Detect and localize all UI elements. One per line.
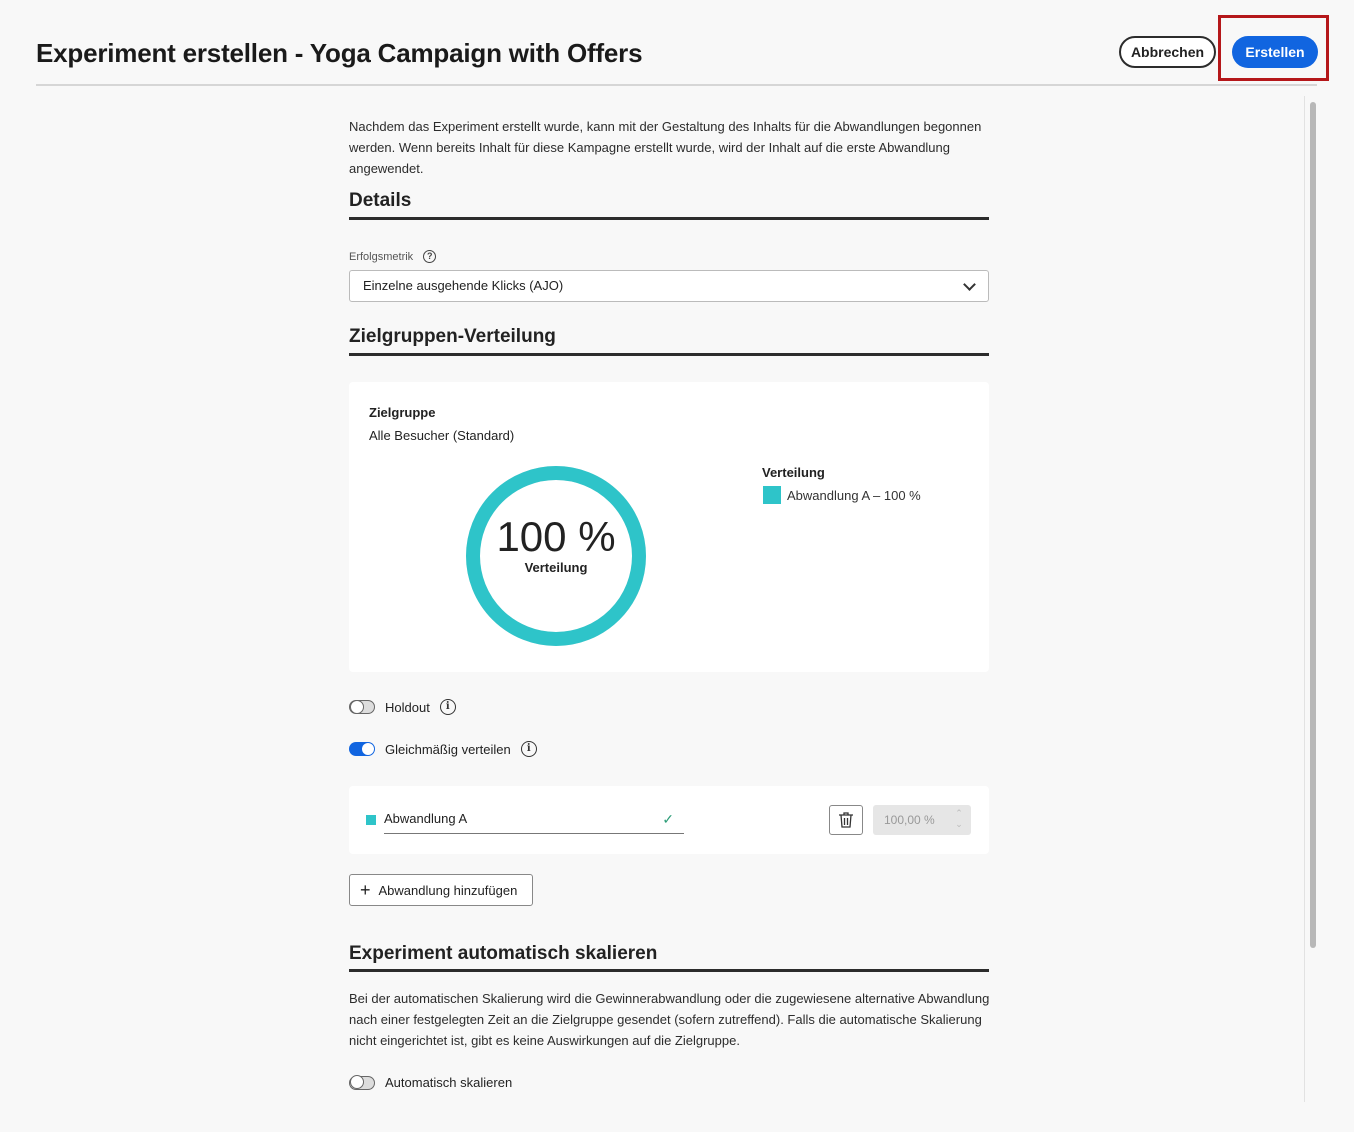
chevron-down-icon[interactable]: ⌄ [953,819,965,830]
autoscale-description: Bei der automatischen Skalierung wird di… [349,991,990,1048]
plus-icon: + [360,880,371,900]
donut-caption: Verteilung [524,560,588,575]
help-icon[interactable]: ? [423,250,437,263]
add-variant-label: Abwandlung hinzufügen [378,882,518,898]
variant-name-value: Abwandlung A [384,811,468,826]
variant-percent-input[interactable]: 100,00 % ⌃ ⌄ [873,805,971,835]
variant-row: Abwandlung A ✓ 100,00 % ⌃ ⌄ [349,786,989,854]
check-icon: ✓ [662,811,674,827]
toggle-knob [362,743,374,755]
page-header: Experiment erstellen - Yoga Campaign wit… [36,0,1329,86]
donut-percent: 100 % [496,513,616,560]
legend-item: Abwandlung A – 100 % [763,486,921,504]
donut-center: 100 % Verteilung [466,513,646,576]
autoscale-label: Automatisch skalieren [385,1075,513,1090]
autoscale-toggle[interactable] [349,1075,375,1090]
metric-label-text: Erfolgsmetrik [349,250,414,263]
even-distribution-row: Gleichmäßig verteilen i [349,741,537,757]
metric-select-value: Einzelne ausgehende Klicks (AJO) [363,278,564,293]
page-title: Experiment erstellen - Yoga Campaign wit… [36,38,643,68]
percent-stepper[interactable]: ⌃ ⌄ [953,808,965,832]
info-icon[interactable]: i [439,699,456,715]
trash-icon [839,812,853,828]
metric-select[interactable]: Einzelne ausgehende Klicks (AJO) [349,270,989,302]
highlight-box: Erstellen [1218,15,1329,81]
intro-text: Nachdem das Experiment erstellt wurde, k… [349,119,982,176]
holdout-toggle[interactable] [349,699,375,714]
metric-label: Erfolgsmetrik ? [349,250,437,263]
section-title-autoscale: Experiment automatisch skalieren [349,943,658,964]
section-title-distribution: Zielgruppen-Verteilung [349,326,556,347]
legend-swatch [763,486,781,504]
chevron-down-icon [963,278,976,291]
audience-value: Alle Besucher (Standard) [369,428,515,443]
distribution-card: Zielgruppe Alle Besucher (Standard) 100 … [349,382,989,672]
variant-percent-value: 100,00 % [884,813,935,827]
variant-color-swatch [366,815,376,825]
variant-name-input[interactable]: Abwandlung A ✓ [384,806,684,834]
add-variant-button[interactable]: + Abwandlung hinzufügen [349,874,533,906]
cancel-button[interactable]: Abbrechen [1119,36,1216,68]
chevron-up-icon[interactable]: ⌃ [953,808,965,819]
scrollbar[interactable] [1304,96,1320,1102]
autoscale-row: Automatisch skalieren [349,1075,512,1090]
holdout-label: Holdout [385,699,430,715]
section-divider [349,217,989,220]
toggle-knob [350,1075,364,1089]
even-distribution-label: Gleichmäßig verteilen [385,741,511,757]
audience-label: Zielgruppe [369,405,436,420]
section-divider [349,353,989,356]
scrollbar-thumb[interactable] [1310,102,1316,948]
delete-variant-button[interactable] [829,805,863,835]
toggle-knob [350,699,364,714]
section-divider [349,969,989,972]
section-title-details: Details [349,190,412,211]
legend-title: Verteilung [762,465,825,480]
info-icon[interactable]: i [520,741,537,757]
legend-item-label: Abwandlung A – 100 % [787,487,921,503]
holdout-row: Holdout i [349,699,456,715]
even-distribution-toggle[interactable] [349,742,375,756]
create-button[interactable]: Erstellen [1232,36,1318,68]
